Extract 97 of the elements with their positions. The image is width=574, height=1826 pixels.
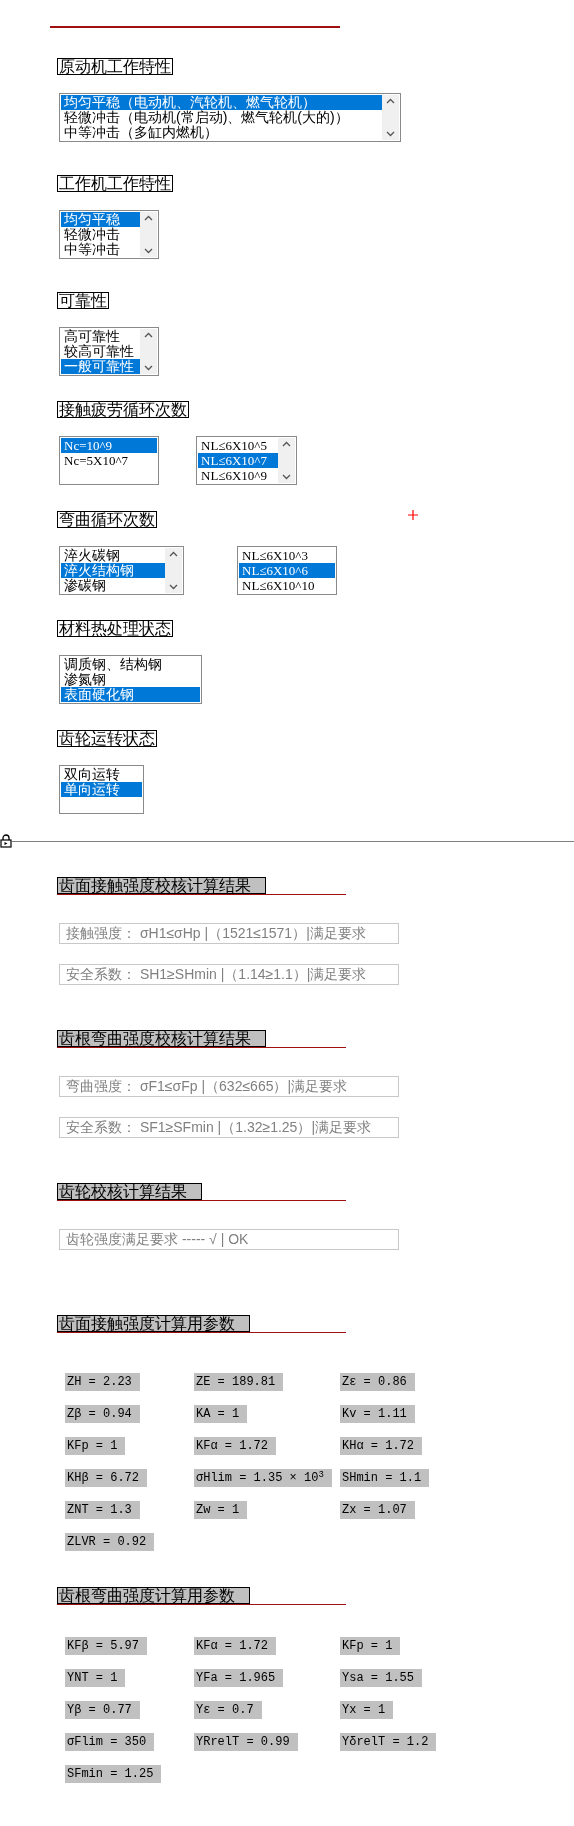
list-option[interactable]: NL≤6X10^6 [239, 563, 335, 578]
result-field: 接触强度： σH1≤σHp |（1521≤1571）|满足要求 [59, 923, 399, 944]
parameter-value: YNT = 1 [65, 1669, 126, 1687]
section-heading: 接触疲劳循环次数 [57, 401, 189, 418]
scrollbar[interactable] [165, 548, 182, 593]
chevron-up-icon[interactable] [169, 551, 178, 557]
chevron-down-icon[interactable] [144, 248, 153, 254]
list-option[interactable]: 淬火碳钢 [61, 548, 165, 563]
parameter-value: KA = 1 [194, 1405, 248, 1423]
parameter-value: Zβ = 0.94 [65, 1405, 140, 1423]
list-option[interactable]: 较高可靠性 [61, 344, 140, 359]
crosshair-icon [408, 510, 418, 520]
list-option[interactable]: 轻微冲击（电动机(常启动)、燃气轮机(大的)） [61, 110, 382, 125]
section-heading: 可靠性 [57, 292, 109, 309]
list-option[interactable]: NL≤6X10^10 [239, 578, 335, 593]
chevron-down-icon[interactable] [386, 131, 395, 137]
parameter-value: Yβ = 0.77 [65, 1701, 140, 1719]
chevron-up-icon[interactable] [144, 215, 153, 221]
parameter-value: ZE = 189.81 [194, 1373, 284, 1391]
chevron-down-icon[interactable] [144, 365, 153, 371]
chevron-up-icon[interactable] [282, 441, 291, 447]
parameter-value: SHmin = 1.1 [340, 1469, 430, 1487]
parameter-value: YRrelT = 0.99 [194, 1733, 298, 1751]
section-heading: 弯曲循环次数 [57, 511, 157, 528]
parameter-value: KFα = 1.72 [194, 1637, 276, 1655]
result-field: 安全系数： SF1≥SFmin |（1.32≥1.25）|满足要求 [59, 1117, 399, 1138]
list-option[interactable]: Nc=5X10^7 [61, 453, 157, 468]
list-box[interactable]: 双向运转 单向运转 [59, 765, 144, 814]
chevron-down-icon[interactable] [282, 474, 291, 480]
parameter-value: Yx = 1 [340, 1701, 394, 1719]
list-box[interactable]: NL≤6X10^5 NL≤6X10^7 NL≤6X10^9 [196, 436, 297, 485]
parameter-value: KFp = 1 [65, 1437, 126, 1455]
parameter-value: SFmin = 1.25 [65, 1765, 162, 1783]
section-heading: 齿面接触强度计算用参数 [57, 1315, 250, 1332]
list-option[interactable]: 表面硬化钢 [61, 687, 200, 702]
list-option[interactable]: 均匀平稳（电动机、汽轮机、燃气轮机） [61, 95, 382, 110]
parameter-value: Yε = 0.7 [194, 1701, 262, 1719]
list-option[interactable]: 一般可靠性 [61, 359, 140, 374]
section-heading: 工作机工作特性 [57, 175, 173, 192]
list-option[interactable]: 双向运转 [61, 767, 142, 782]
parameter-value: KFβ = 5.97 [65, 1637, 147, 1655]
list-option[interactable]: NL≤6X10^9 [198, 468, 278, 483]
list-option[interactable]: NL≤6X10^3 [239, 548, 335, 563]
chevron-up-icon[interactable] [144, 332, 153, 338]
list-option[interactable]: 均匀平稳 [61, 212, 140, 227]
parameter-value: σHlim = 1.35 × 10$^{3}$ [194, 1469, 332, 1487]
lock-icon[interactable] [0, 834, 12, 848]
parameter-value: Zw = 1 [194, 1501, 248, 1519]
parameter-value: ZNT = 1.3 [65, 1501, 140, 1519]
parameter-value: YδrelT = 1.2 [340, 1733, 437, 1751]
scrollbar[interactable] [140, 329, 157, 374]
parameter-value: Kv = 1.11 [340, 1405, 415, 1423]
list-option[interactable]: 渗碳钢 [61, 578, 165, 593]
list-box[interactable]: 调质钢、结构钢 渗氮钢 表面硬化钢 [59, 655, 202, 704]
section-heading: 齿根弯曲强度校核计算结果 [57, 1030, 266, 1047]
parameter-value: KFα = 1.72 [194, 1437, 276, 1455]
section-heading: 齿轮校核计算结果 [57, 1183, 202, 1200]
result-field: 安全系数： SH1≥SHmin |（1.14≥1.1）|满足要求 [59, 964, 399, 985]
list-option[interactable]: NL≤6X10^5 [198, 438, 278, 453]
list-box[interactable]: 淬火碳钢 淬火结构钢 渗碳钢 [59, 546, 184, 595]
parameter-value: YFa = 1.965 [194, 1669, 284, 1687]
list-option[interactable]: 高可靠性 [61, 329, 140, 344]
chevron-up-icon[interactable] [386, 98, 395, 104]
section-heading: 材料热处理状态 [57, 620, 173, 637]
parameter-value: KHβ = 6.72 [65, 1469, 147, 1487]
parameter-value: KHα = 1.72 [340, 1437, 422, 1455]
parameter-value: ZLVR = 0.92 [65, 1533, 155, 1551]
list-option[interactable]: 轻微冲击 [61, 227, 140, 242]
parameter-value: Zx = 1.07 [340, 1501, 415, 1519]
parameter-value: KFp = 1 [340, 1637, 401, 1655]
list-option[interactable]: 调质钢、结构钢 [61, 657, 200, 672]
section-heading: 原动机工作特性 [57, 58, 173, 75]
scrollbar[interactable] [278, 438, 295, 483]
section-heading: 齿根弯曲强度计算用参数 [57, 1587, 250, 1604]
list-box[interactable]: 均匀平稳 轻微冲击 中等冲击 [59, 210, 159, 259]
list-option[interactable]: 单向运转 [61, 782, 142, 797]
list-box[interactable]: NL≤6X10^3 NL≤6X10^6 NL≤6X10^10 [237, 546, 337, 595]
list-box[interactable]: 均匀平稳（电动机、汽轮机、燃气轮机） 轻微冲击（电动机(常启动)、燃气轮机(大的)） 中等冲击（多缸内燃机） [59, 93, 401, 142]
scrollbar[interactable] [140, 212, 157, 257]
list-option[interactable]: 渗氮钢 [61, 672, 200, 687]
list-option[interactable]: 淬火结构钢 [61, 563, 165, 578]
section-heading: 齿轮运转状态 [57, 730, 157, 747]
list-option[interactable]: NL≤6X10^7 [198, 453, 278, 468]
list-option[interactable]: 中等冲击（多缸内燃机） [61, 125, 382, 140]
result-field: 弯曲强度： σF1≤σFp |（632≤665）|满足要求 [59, 1076, 399, 1097]
chevron-down-icon[interactable] [169, 584, 178, 590]
list-option[interactable]: 中等冲击 [61, 242, 140, 257]
parameter-value: σFlim = 350 [65, 1733, 155, 1751]
list-box[interactable]: Nc=10^9 Nc=5X10^7 [59, 436, 159, 485]
list-option[interactable]: Nc=10^9 [61, 438, 157, 453]
scrollbar[interactable] [382, 95, 399, 140]
parameter-value: Zε = 0.86 [340, 1373, 415, 1391]
result-field: 齿轮强度满足要求 ----- √ | OK [59, 1229, 399, 1250]
parameter-value: ZH = 2.23 [65, 1373, 140, 1391]
parameter-value: Ysa = 1.55 [340, 1669, 422, 1687]
section-heading: 齿面接触强度校核计算结果 [57, 877, 266, 894]
list-box[interactable]: 高可靠性 较高可靠性 一般可靠性 [59, 327, 159, 376]
